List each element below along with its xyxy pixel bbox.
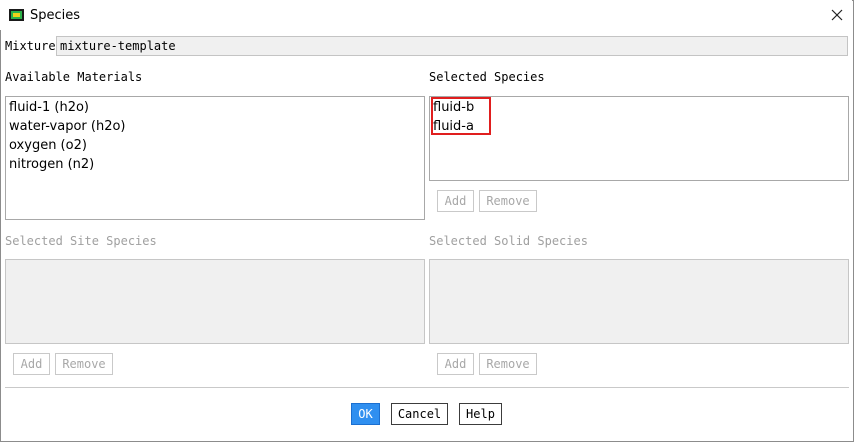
selected-species-label: Selected Species — [429, 70, 545, 84]
help-button[interactable]: Help — [459, 403, 502, 425]
mixture-label: Mixture — [5, 39, 56, 53]
solid-species-remove-button[interactable]: Remove — [479, 353, 537, 375]
mixture-field: mixture-template — [56, 36, 848, 56]
footer-divider — [5, 387, 849, 388]
selected-species-list[interactable]: fluid-b fluid-a — [429, 96, 849, 181]
title-bar: Species — [0, 0, 852, 30]
solid-species-add-button[interactable]: Add — [437, 353, 474, 375]
site-species-remove-button[interactable]: Remove — [55, 353, 113, 375]
selected-solid-species-list[interactable] — [429, 259, 849, 344]
close-icon[interactable] — [826, 5, 848, 25]
selected-species-remove-button[interactable]: Remove — [479, 190, 537, 212]
list-item[interactable]: water-vapor (h2o) — [9, 119, 126, 134]
app-icon — [9, 9, 24, 21]
available-materials-list[interactable]: fluid-1 (h2o) water-vapor (h2o) oxygen (… — [5, 96, 425, 220]
window-title: Species — [30, 8, 81, 23]
selected-site-species-list[interactable] — [5, 259, 425, 344]
selected-species-add-button[interactable]: Add — [437, 190, 474, 212]
list-item[interactable]: fluid-1 (h2o) — [9, 100, 89, 115]
ok-button[interactable]: OK — [351, 403, 380, 425]
list-item[interactable]: nitrogen (n2) — [9, 157, 94, 172]
list-item[interactable]: oxygen (o2) — [9, 138, 87, 153]
species-dialog — [0, 0, 854, 442]
site-species-add-button[interactable]: Add — [13, 353, 50, 375]
selected-solid-species-label: Selected Solid Species — [429, 234, 588, 248]
selection-highlight — [431, 97, 491, 135]
cancel-button[interactable]: Cancel — [391, 403, 448, 425]
selected-site-species-label: Selected Site Species — [5, 234, 157, 248]
available-materials-label: Available Materials — [5, 70, 143, 84]
